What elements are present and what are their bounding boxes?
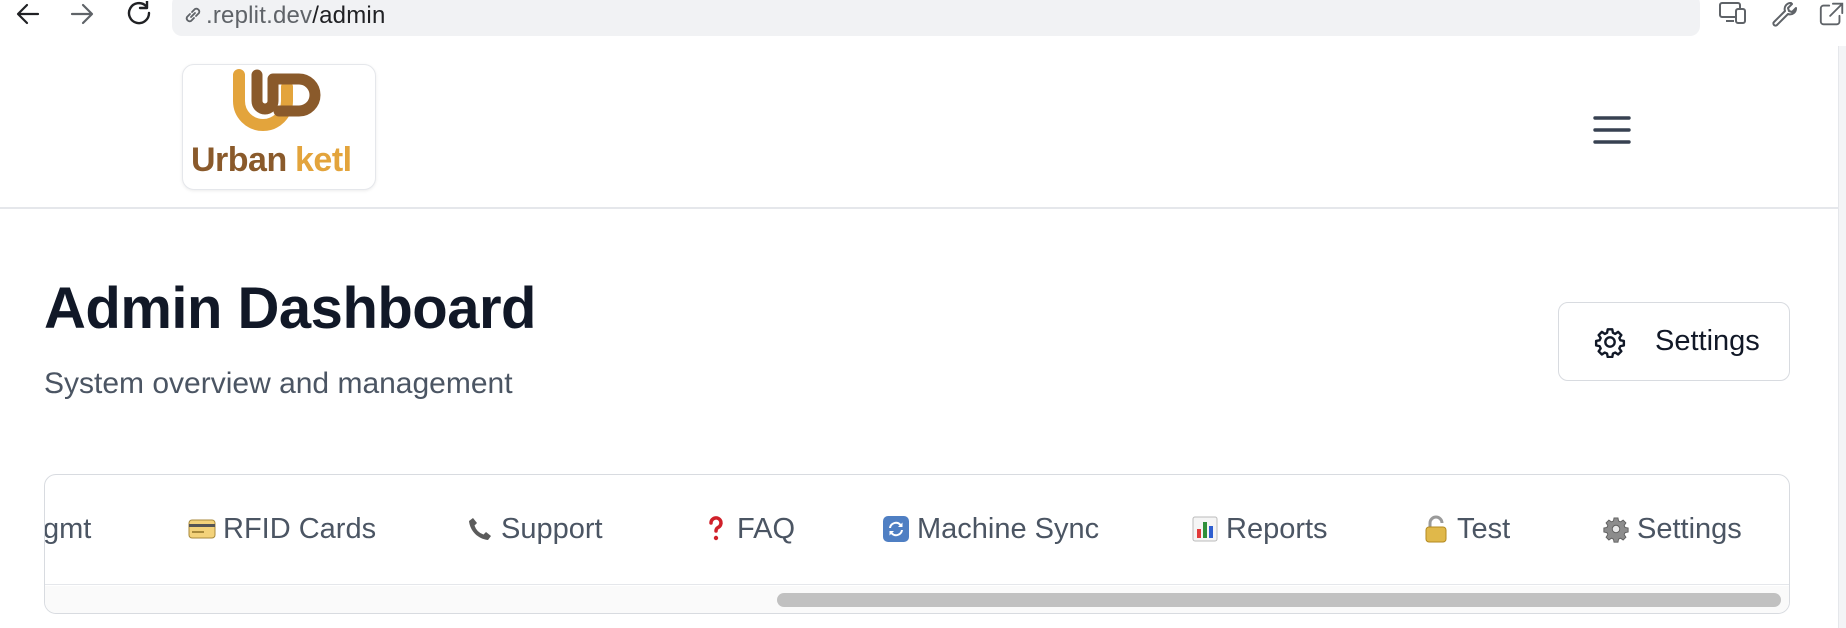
hamburger-icon: [1593, 116, 1631, 144]
arrow-left-icon: [16, 3, 40, 25]
lock-icon: [1421, 514, 1451, 544]
wrench-icon: [1772, 2, 1797, 27]
page-scrollbar-edge: [1838, 46, 1846, 628]
svg-text:Urban: Urban: [191, 141, 287, 179]
sync-icon: [881, 514, 911, 544]
link-icon: [182, 4, 204, 26]
address-bar[interactable]: .replit.dev/admin: [172, 0, 1700, 36]
tab-settings[interactable]: Settings: [1601, 507, 1742, 551]
app-header: Urban ketl: [0, 46, 1838, 209]
brand-logo[interactable]: Urban ketl: [182, 64, 376, 190]
question-mark-icon: [701, 514, 731, 544]
tab-list: gmt RFID Cards Support FAQ Machine Sync: [45, 475, 1789, 585]
telephone-icon: [465, 514, 495, 544]
hamburger-menu-button[interactable]: [1590, 110, 1634, 150]
open-new-window-button[interactable]: [1818, 0, 1846, 28]
url-host: .replit.dev: [206, 2, 313, 29]
url-text: .replit.dev/admin: [206, 2, 386, 30]
tab-support[interactable]: Support: [465, 507, 603, 551]
tab-label: Test: [1457, 512, 1511, 545]
bar-chart-icon: [1190, 514, 1220, 544]
tab-label: FAQ: [737, 512, 796, 545]
tab-label: Support: [501, 512, 603, 545]
tab-label: gmt: [44, 512, 92, 545]
urbanketl-logo-icon: Urban ketl: [191, 69, 352, 179]
back-button[interactable]: [10, 0, 46, 28]
tab-faq[interactable]: FAQ: [701, 507, 795, 551]
tab-user-mgmt[interactable]: gmt: [44, 507, 92, 551]
tab-rfid-cards[interactable]: RFID Cards: [187, 507, 376, 551]
svg-text:ketl: ketl: [295, 141, 352, 179]
page-subtitle: System overview and management: [44, 367, 513, 400]
settings-button-label: Settings: [1655, 325, 1760, 357]
tab-label: Reports: [1226, 512, 1328, 545]
tab-label: RFID Cards: [223, 512, 377, 545]
arrow-right-icon: [70, 3, 94, 25]
devices-icon: [1719, 2, 1746, 24]
tab-label: Machine Sync: [917, 512, 1100, 545]
device-toolbar-button[interactable]: [1716, 0, 1750, 28]
tab-test[interactable]: Test: [1421, 507, 1510, 551]
tab-reports[interactable]: Reports: [1190, 507, 1328, 551]
browser-toolbar: .replit.dev/admin: [0, 0, 1846, 46]
tabs-scrollbar-thumb[interactable]: [777, 593, 1781, 607]
admin-tabs: gmt RFID Cards Support FAQ Machine Sync: [44, 474, 1790, 614]
external-link-icon: [1819, 2, 1844, 26]
reload-icon: [127, 1, 151, 25]
devtools-button[interactable]: [1768, 0, 1802, 28]
settings-button[interactable]: Settings: [1558, 302, 1790, 381]
forward-button[interactable]: [64, 0, 100, 28]
tab-machine-sync[interactable]: Machine Sync: [881, 507, 1099, 551]
url-path: /admin: [312, 2, 386, 29]
gear-icon: [1601, 514, 1631, 544]
reload-button[interactable]: [122, 0, 158, 28]
gear-icon: [1593, 325, 1627, 359]
page-title: Admin Dashboard: [44, 276, 537, 341]
credit-card-icon: [187, 514, 217, 544]
tab-label: Settings: [1637, 512, 1742, 545]
